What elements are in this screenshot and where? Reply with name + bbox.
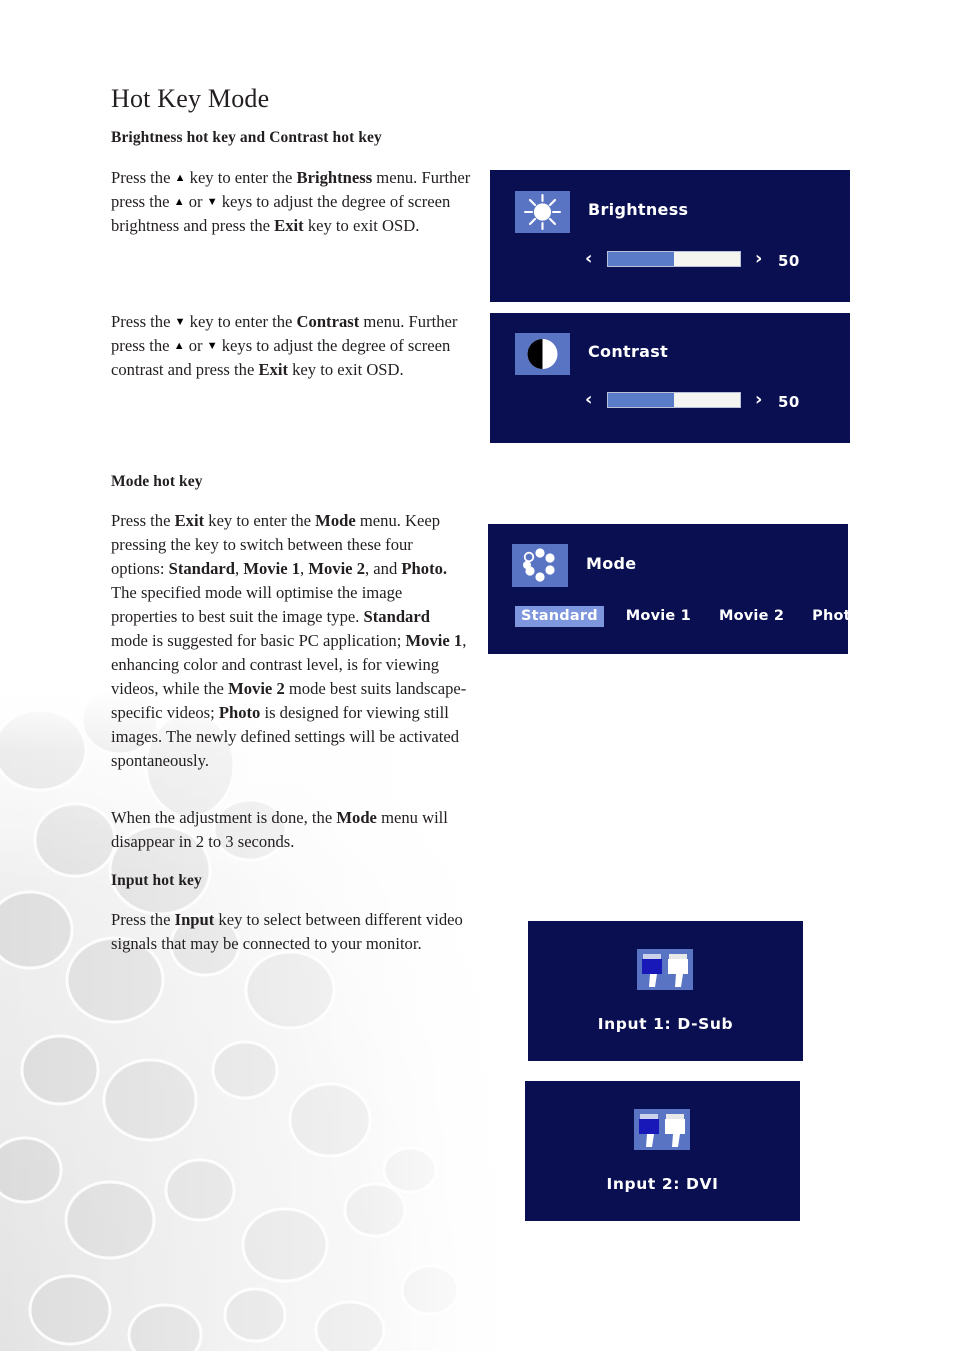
section-heading-input: Input hot key xyxy=(111,872,202,889)
text-run: or xyxy=(184,336,207,355)
text-run: key to enter the xyxy=(204,511,316,530)
video-connector-icon xyxy=(637,949,693,990)
term-movie1: Movie 1 xyxy=(405,631,463,650)
osd-panel-contrast: Contrast ‹ › 50 xyxy=(490,313,850,443)
arrow-up-icon: ▲ xyxy=(173,196,185,209)
text-run: The specified mode will optimise the ima… xyxy=(111,583,403,626)
input-2-caption: Input 2: DVI xyxy=(606,1175,719,1193)
mode-option-movie-2[interactable]: Movie 2 xyxy=(713,606,790,627)
osd-panel-input-2: Input 2: DVI xyxy=(525,1081,800,1221)
text-run: mode is suggested for basic PC applicati… xyxy=(111,631,406,650)
text-run: Press the xyxy=(111,168,175,187)
mode-option-photo[interactable]: Photo xyxy=(806,606,867,627)
arrow-down-icon: ▼ xyxy=(206,195,218,208)
brightness-slider-row[interactable]: ‹ › 50 xyxy=(490,248,850,272)
chevron-right-icon[interactable]: › xyxy=(755,391,762,409)
brightness-slider-fill xyxy=(608,252,674,266)
brightness-value: 50 xyxy=(778,252,800,270)
text-run: key to exit OSD. xyxy=(287,360,404,379)
contrast-slider-track[interactable] xyxy=(607,392,741,408)
dot-ring-icon xyxy=(512,544,568,587)
paragraph-input: Press the Input key to select between di… xyxy=(111,908,467,956)
paragraph-mode-timeout: When the adjustment is done, the Mode me… xyxy=(111,806,473,854)
term-exit: Exit xyxy=(258,360,288,379)
text-run: Press the xyxy=(111,312,175,331)
text-run: Press the xyxy=(111,511,175,530)
term-movie2: Movie 2 xyxy=(308,559,365,578)
mode-options-list[interactable]: Standard Movie 1 Movie 2 Photo xyxy=(515,606,867,627)
sun-icon xyxy=(515,191,570,233)
arrow-down-icon: ▼ xyxy=(174,315,186,328)
term-mode: Mode xyxy=(315,511,356,530)
contrast-slider-fill xyxy=(608,393,674,407)
term-movie1: Movie 1 xyxy=(243,559,301,578)
text-run: key to enter the xyxy=(185,312,297,331)
chevron-left-icon[interactable]: ‹ xyxy=(585,391,592,409)
term-movie2: Movie 2 xyxy=(228,679,285,698)
osd-panel-input-1: Input 1: D-Sub xyxy=(528,921,803,1061)
term-contrast: Contrast xyxy=(296,312,360,331)
section-heading-brightness-contrast: Brightness hot key and Contrast hot key xyxy=(111,129,382,146)
osd-label-mode: Mode xyxy=(586,554,637,573)
paragraph-brightness: Press the ▲ key to enter the Brightness … xyxy=(111,166,473,238)
osd-label-contrast: Contrast xyxy=(588,342,669,361)
text-run: or xyxy=(184,192,207,211)
text-run: , and xyxy=(365,559,402,578)
term-photo: Photo xyxy=(218,703,261,722)
term-input: Input xyxy=(174,910,215,929)
paragraph-mode-description: Press the Exit key to enter the Mode men… xyxy=(111,509,467,773)
text-run: key to exit OSD. xyxy=(303,216,420,235)
video-connector-icon xyxy=(634,1109,690,1150)
arrow-up-icon: ▲ xyxy=(174,172,186,185)
term-standard: Standard xyxy=(363,607,430,626)
text-run: key to enter the xyxy=(185,168,297,187)
arrow-up-icon: ▲ xyxy=(173,340,185,353)
text-run: When the adjustment is done, the xyxy=(111,808,337,827)
mode-option-standard[interactable]: Standard xyxy=(515,606,604,627)
osd-panel-mode: Mode Standard Movie 1 Movie 2 Photo xyxy=(488,524,861,654)
page-title: Hot Key Mode xyxy=(111,84,270,113)
term-brightness: Brightness xyxy=(296,168,373,187)
contrast-value: 50 xyxy=(778,393,800,411)
paragraph-contrast: Press the ▼ key to enter the Contrast me… xyxy=(111,310,477,382)
input-1-caption: Input 1: D-Sub xyxy=(597,1015,734,1033)
mode-option-movie-1[interactable]: Movie 1 xyxy=(620,606,697,627)
brightness-slider-track[interactable] xyxy=(607,251,741,267)
osd-label-brightness: Brightness xyxy=(588,200,689,219)
chevron-left-icon[interactable]: ‹ xyxy=(585,250,592,268)
chevron-right-icon[interactable]: › xyxy=(755,250,762,268)
term-mode: Mode xyxy=(336,808,377,827)
contrast-slider-row[interactable]: ‹ › 50 xyxy=(490,389,850,413)
contrast-circle-icon xyxy=(515,333,570,375)
term-exit: Exit xyxy=(174,511,205,530)
term-exit: Exit xyxy=(274,216,304,235)
term-standard: Standard xyxy=(168,559,236,578)
section-heading-mode: Mode hot key xyxy=(111,473,203,490)
term-photo: Photo. xyxy=(401,559,448,578)
text-run: Press the xyxy=(111,910,175,929)
osd-panel-brightness: Brightness ‹ › 50 xyxy=(490,170,850,302)
arrow-down-icon: ▼ xyxy=(206,339,218,352)
